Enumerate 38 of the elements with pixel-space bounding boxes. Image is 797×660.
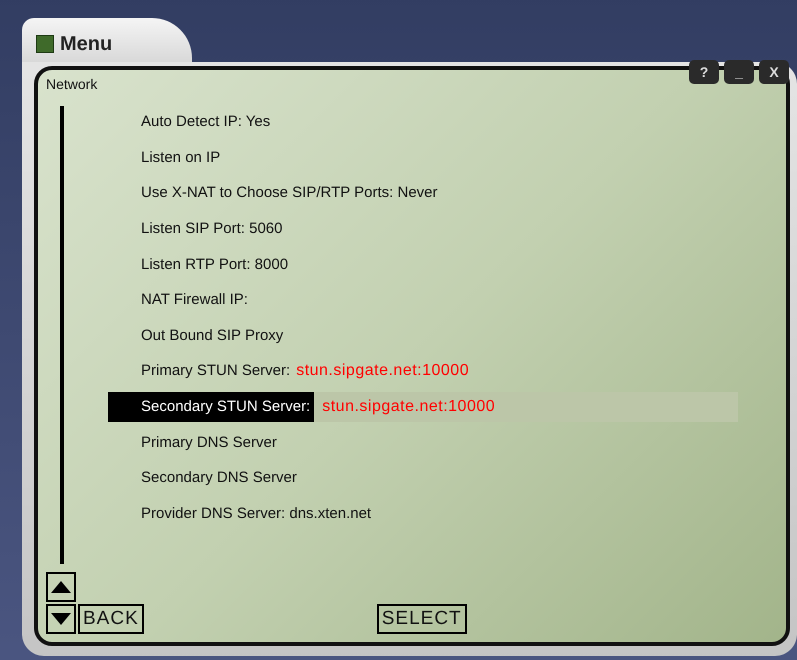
menu-item[interactable]: Secondary DNS Server [108, 460, 738, 496]
app-logo-icon [36, 35, 54, 53]
item-label: Listen RTP Port: 8000 [141, 256, 288, 273]
minimize-button[interactable]: _ [724, 60, 754, 84]
back-button[interactable]: BACK [78, 604, 144, 634]
item-label: Use X-NAT to Choose SIP/RTP Ports: Never [141, 184, 438, 202]
help-button[interactable]: ? [689, 60, 719, 84]
item-label: Primary STUN Server: [141, 362, 290, 380]
menu-item[interactable]: Primary DNS Server [108, 424, 738, 460]
menu-item[interactable]: Use X-NAT to Choose SIP/RTP Ports: Never [108, 175, 738, 211]
select-button[interactable]: SELECT [376, 604, 467, 634]
item-label: Secondary DNS Server [141, 469, 297, 486]
item-label: Listen SIP Port: 5060 [141, 220, 282, 238]
menu-item[interactable]: Provider DNS Server: dns.xten.net [108, 496, 738, 532]
item-label: NAT Firewall IP: [141, 291, 248, 308]
item-label: Listen on IP [141, 148, 220, 166]
item-label: Provider DNS Server: dns.xten.net [141, 504, 372, 522]
item-value: stun.sipgate.net:10000 [314, 392, 738, 422]
scroll-down-button[interactable] [46, 604, 76, 634]
menu-item[interactable]: Secondary STUN Server: stun.sipgate.net:10000 [108, 388, 738, 424]
item-label: Primary DNS Server [141, 434, 277, 451]
menu-item[interactable]: Out Bound SIP Proxy [108, 318, 738, 354]
item-label: Auto Detect IP: Yes [141, 113, 270, 130]
menu-item[interactable]: NAT Firewall IP: [108, 282, 738, 318]
down-arrow-icon [51, 613, 71, 625]
menu-item[interactable]: Listen on IP [108, 140, 738, 176]
menu-item[interactable]: Listen RTP Port: 8000 [108, 246, 738, 282]
screen-title: Network [46, 76, 98, 94]
item-label: Secondary STUN Server: [108, 392, 314, 422]
close-button[interactable]: X [759, 60, 789, 84]
menu-item[interactable]: Listen SIP Port: 5060 [108, 210, 738, 246]
scroll-up-button[interactable] [46, 572, 76, 602]
menu-item[interactable]: Primary STUN Server: stun.sipgate.net:10000 [108, 353, 738, 389]
up-arrow-icon [51, 581, 71, 593]
menu-item[interactable]: Auto Detect IP: Yes [108, 104, 738, 140]
item-label: Out Bound SIP Proxy [141, 326, 284, 344]
item-value: stun.sipgate.net:10000 [296, 362, 470, 380]
window-title: Menu [60, 32, 112, 56]
